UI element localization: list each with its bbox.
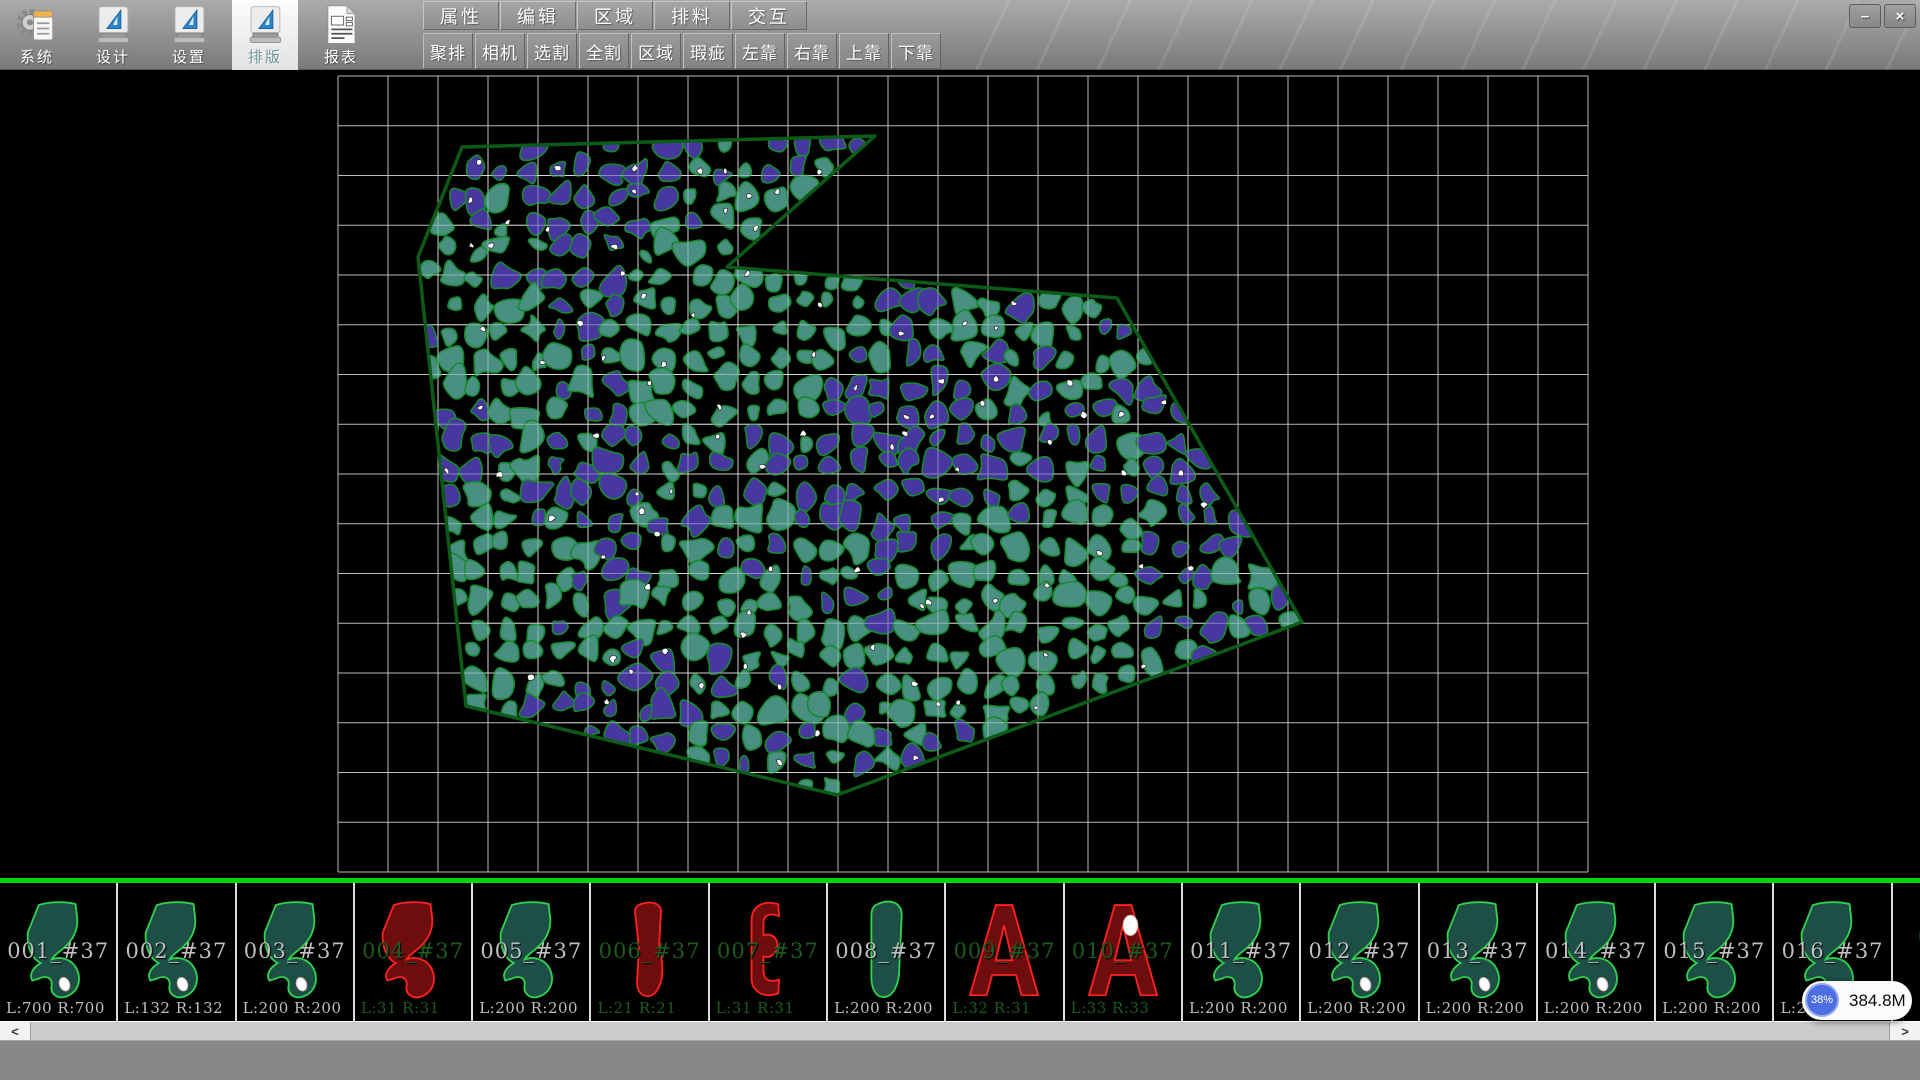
part-lr-count: L:200 R:200 bbox=[1189, 999, 1288, 1017]
app-tab-4[interactable]: 排版 bbox=[232, 0, 298, 70]
menu-button-1[interactable]: 属性 bbox=[423, 1, 499, 30]
part-label: 012_#37 bbox=[1301, 939, 1417, 963]
app-tab-label: 系统 bbox=[20, 48, 54, 67]
part-thumbnail-6[interactable]: 006_#37 L:21 R:21 bbox=[591, 883, 709, 1021]
part-lr-count: L:21 R:21 bbox=[597, 999, 676, 1017]
part-thumbnail-11[interactable]: 011_#37 L:200 R:200 bbox=[1183, 883, 1301, 1021]
set-square-icon bbox=[168, 2, 210, 48]
part-lr-count: L:200 R:200 bbox=[479, 999, 578, 1017]
part-label: 010_#37 bbox=[1065, 939, 1181, 963]
application-window: 系统设计设置排版报表 属性编辑区域排料交互 聚排相机选割全割区域瑕疵左靠右靠上靠… bbox=[0, 0, 1920, 1080]
app-tab-label: 报表 bbox=[324, 48, 358, 67]
tool-bar: 聚排相机选割全割区域瑕疵左靠右靠上靠下靠 bbox=[423, 33, 943, 70]
part-thumbnail-4[interactable]: 004_#37 L:31 R:31 bbox=[355, 883, 473, 1021]
set-square-icon bbox=[244, 2, 286, 48]
tool-button-2[interactable]: 相机 bbox=[475, 33, 525, 69]
memory-badge: 38% 384.8M bbox=[1802, 981, 1912, 1020]
part-thumbnail-2[interactable]: 002_#37 L:132 R:132 bbox=[118, 883, 236, 1021]
minimize-button[interactable]: – bbox=[1849, 4, 1881, 28]
set-square-icon bbox=[92, 2, 134, 48]
tool-button-1[interactable]: 聚排 bbox=[423, 33, 473, 69]
part-label: 006_#37 bbox=[591, 939, 707, 963]
status-bar bbox=[0, 1040, 1920, 1080]
system-gear-icon bbox=[16, 2, 58, 48]
app-tab-bar: 系统 设计 设置 排版 报表 bbox=[4, 0, 384, 70]
part-label: 015_#37 bbox=[1656, 939, 1772, 963]
menu-button-3[interactable]: 区域 bbox=[577, 1, 653, 30]
tool-button-6[interactable]: 瑕疵 bbox=[683, 33, 733, 69]
app-tab-label: 设置 bbox=[172, 48, 206, 67]
menu-button-4[interactable]: 排料 bbox=[654, 1, 730, 30]
part-lr-count: L:200 R:200 bbox=[834, 999, 933, 1017]
part-thumbnail-8[interactable]: 008_#37 L:200 R:200 bbox=[828, 883, 946, 1021]
tool-button-10[interactable]: 下靠 bbox=[891, 33, 941, 69]
part-thumbnail-3[interactable]: 003_#37 L:200 R:200 bbox=[237, 883, 355, 1021]
part-lr-count: L:200 R:200 bbox=[243, 999, 342, 1017]
part-label: 014_#37 bbox=[1538, 939, 1654, 963]
tool-button-4[interactable]: 全割 bbox=[579, 33, 629, 69]
main-toolbar: 系统设计设置排版报表 属性编辑区域排料交互 聚排相机选割全割区域瑕疵左靠右靠上靠… bbox=[0, 0, 1920, 70]
part-thumbnail-9[interactable]: 009_#37 L:32 R:31 bbox=[946, 883, 1064, 1021]
tool-button-5[interactable]: 区域 bbox=[631, 33, 681, 69]
part-thumbnail-14[interactable]: 014_#37 L:200 R:200 bbox=[1538, 883, 1656, 1021]
scroll-left-button[interactable]: < bbox=[0, 1022, 31, 1040]
window-controls: – × bbox=[1849, 4, 1916, 28]
report-doc-icon bbox=[320, 2, 362, 48]
close-button[interactable]: × bbox=[1884, 4, 1916, 28]
part-lr-count: L:31 R:31 bbox=[716, 999, 795, 1017]
part-label: 013_#37 bbox=[1420, 939, 1536, 963]
part-lr-count: L:32 R:31 bbox=[952, 999, 1031, 1017]
menu-button-2[interactable]: 编辑 bbox=[500, 1, 576, 30]
part-label: 005_#37 bbox=[473, 939, 589, 963]
app-tab-label: 设计 bbox=[96, 48, 130, 67]
nesting-canvas-svg bbox=[0, 70, 1920, 878]
part-label: 016_#37 bbox=[1774, 939, 1890, 963]
part-thumbnail-12[interactable]: 012_#37 L:200 R:200 bbox=[1301, 883, 1419, 1021]
app-tab-3[interactable]: 设置 bbox=[156, 0, 222, 70]
part-thumbnail-13[interactable]: 013_#37 L:200 R:200 bbox=[1420, 883, 1538, 1021]
toolbar-texture bbox=[950, 0, 1920, 70]
scroll-right-button[interactable]: > bbox=[1889, 1022, 1920, 1040]
part-lr-count: L:200 R:200 bbox=[1662, 999, 1761, 1017]
part-label: 001_#37 bbox=[0, 939, 116, 963]
part-lr-count: L:200 R:200 bbox=[1426, 999, 1525, 1017]
app-tab-label: 排版 bbox=[248, 48, 282, 67]
part-thumbnail-7[interactable]: 007_#37 L:31 R:31 bbox=[710, 883, 828, 1021]
horizontal-scrollbar[interactable]: < > bbox=[0, 1021, 1920, 1040]
app-tab-1[interactable]: 系统 bbox=[4, 0, 70, 70]
app-tab-2[interactable]: 设计 bbox=[80, 0, 146, 70]
part-lr-count: L:33 R:33 bbox=[1071, 999, 1150, 1017]
part-lr-count: L:200 R:200 bbox=[1307, 999, 1406, 1017]
part-thumbnail-10[interactable]: 010_#37 L:33 R:33 bbox=[1065, 883, 1183, 1021]
parts-panel: 001_#37 L:700 R:700 002_#37 L:132 R:132 003_… bbox=[0, 883, 1920, 1021]
part-label: 003_#37 bbox=[237, 939, 353, 963]
app-tab-5[interactable]: 报表 bbox=[308, 0, 374, 70]
tool-button-7[interactable]: 左靠 bbox=[735, 33, 785, 69]
part-lr-count: L:31 R:31 bbox=[361, 999, 440, 1017]
part-label: 009_#37 bbox=[946, 939, 1062, 963]
part-label: 007_#37 bbox=[710, 939, 826, 963]
menu-bar: 属性编辑区域排料交互 bbox=[423, 1, 808, 31]
menu-button-5[interactable]: 交互 bbox=[731, 1, 807, 30]
part-lr-count: L:132 R:132 bbox=[124, 999, 223, 1017]
nesting-canvas[interactable] bbox=[0, 70, 1920, 878]
part-label: 011_#37 bbox=[1183, 939, 1299, 963]
tool-button-9[interactable]: 上靠 bbox=[839, 33, 889, 69]
memory-percent-badge: 38% bbox=[1805, 983, 1839, 1017]
part-lr-count: L:700 R:700 bbox=[6, 999, 105, 1017]
part-thumbnail-15[interactable]: 015_#37 L:200 R:200 bbox=[1656, 883, 1774, 1021]
tool-button-3[interactable]: 选割 bbox=[527, 33, 577, 69]
part-thumbnail-5[interactable]: 005_#37 L:200 R:200 bbox=[473, 883, 591, 1021]
memory-value: 384.8M bbox=[1849, 991, 1906, 1011]
part-thumbnail-1[interactable]: 001_#37 L:700 R:700 bbox=[0, 883, 118, 1021]
part-label: 008_#37 bbox=[828, 939, 944, 963]
tool-button-8[interactable]: 右靠 bbox=[787, 33, 837, 69]
part-label: 004_#37 bbox=[355, 939, 471, 963]
part-label: 002_#37 bbox=[118, 939, 234, 963]
part-lr-count: L:200 R:200 bbox=[1544, 999, 1643, 1017]
